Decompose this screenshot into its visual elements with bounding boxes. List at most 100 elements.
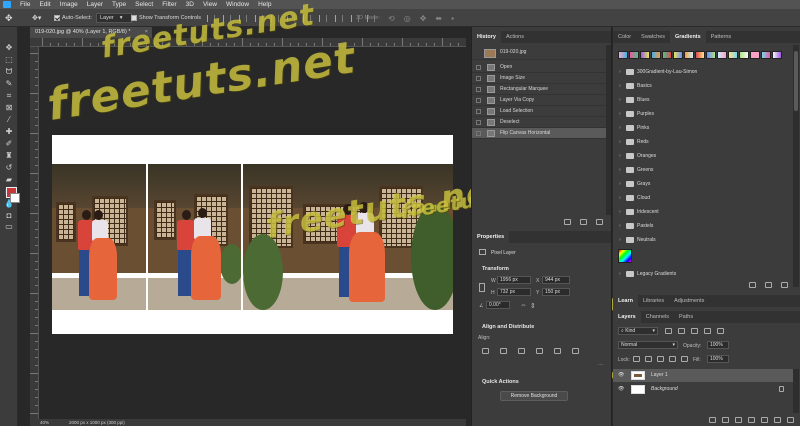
menu-select[interactable]: Select — [135, 1, 153, 8]
gradient-folder[interactable]: › Iridescent — [613, 205, 793, 219]
link-icon[interactable] — [479, 283, 485, 292]
3d-scale-icon[interactable]: ▪ — [451, 14, 454, 23]
history-item[interactable]: Load Selection — [472, 106, 606, 117]
rainbow-gradient-swatch[interactable] — [618, 249, 632, 263]
tab-actions[interactable]: Actions — [501, 31, 529, 43]
gradient-swatch[interactable] — [772, 51, 782, 59]
3d-roll-icon[interactable]: ◎ — [404, 14, 411, 23]
lock-artboard-icon[interactable] — [669, 356, 676, 362]
filter-pixel-icon[interactable] — [665, 328, 672, 334]
more-icon[interactable]: ··· — [598, 362, 603, 368]
quick-mask-icon[interactable]: ◘ — [4, 211, 14, 220]
trash-icon[interactable] — [596, 219, 603, 225]
marquee-tool-icon[interactable]: ⬚ — [4, 55, 14, 64]
align-top-edges-icon[interactable] — [536, 348, 543, 354]
gradient-swatch[interactable] — [750, 51, 760, 59]
frame-tool-icon[interactable]: ⊠ — [4, 103, 14, 112]
lock-transparent-pixels-icon[interactable] — [633, 356, 640, 362]
gradient-folder[interactable]: › Neutrals — [613, 233, 793, 247]
menu-image[interactable]: Image — [60, 1, 78, 8]
layer-filter-dropdown[interactable]: ⌕ Kind ▾ — [618, 327, 658, 335]
tab-gradients[interactable]: Gradients — [670, 31, 706, 43]
new-snapshot-icon[interactable] — [580, 219, 587, 225]
trash-icon[interactable] — [787, 417, 794, 423]
lock-position-icon[interactable] — [657, 356, 664, 362]
width-field[interactable]: 1956 px — [497, 276, 531, 284]
lock-all-icon[interactable] — [681, 356, 688, 362]
zoom-level[interactable]: 40% — [40, 420, 49, 425]
move-tool-icon[interactable]: ✥ — [5, 13, 13, 23]
history-item-selected[interactable]: Flip Canvas Horizontal — [472, 128, 606, 139]
gradient-folder[interactable]: › Blues — [613, 93, 793, 107]
gradient-folder[interactable]: › Pinks — [613, 121, 793, 135]
tab-libraries[interactable]: Libraries — [638, 295, 669, 307]
menu-3d[interactable]: 3D — [186, 1, 194, 8]
photoshop-logo-icon[interactable] — [3, 1, 11, 8]
history-item[interactable]: Layer Via Copy — [472, 95, 606, 106]
gradient-swatch[interactable] — [673, 51, 683, 59]
gradient-folder[interactable]: › Grays — [613, 177, 793, 191]
auto-select-checkbox[interactable]: Auto-Select: — [54, 13, 92, 23]
history-item[interactable]: Deselect — [472, 117, 606, 128]
distribute-vertical-icon[interactable] — [319, 14, 327, 22]
align-bottom-edges-icon[interactable] — [572, 348, 579, 354]
gradient-swatch[interactable] — [640, 51, 650, 59]
gradient-swatch[interactable] — [706, 51, 716, 59]
auto-select-dropdown[interactable]: Layer ▾ — [96, 13, 132, 23]
lock-image-pixels-icon[interactable] — [645, 356, 652, 362]
gradients-scrollbar[interactable] — [793, 45, 799, 287]
filter-type-icon[interactable] — [691, 328, 698, 334]
layer-style-icon[interactable] — [722, 417, 729, 423]
tab-channels[interactable]: Channels — [641, 311, 674, 323]
gradient-folder[interactable]: › Pastels — [613, 219, 793, 233]
link-layers-icon[interactable] — [709, 417, 716, 423]
fill-field[interactable]: 100% — [707, 355, 729, 363]
menu-filter[interactable]: Filter — [162, 1, 176, 8]
opacity-field[interactable]: 100% — [707, 341, 729, 349]
gradient-swatch[interactable] — [728, 51, 738, 59]
tab-layers[interactable]: Layers — [613, 311, 641, 323]
gradient-folder[interactable]: › Legacy Gradients — [613, 267, 793, 281]
brush-tool-icon[interactable]: ✐ — [4, 139, 14, 148]
gradient-swatch[interactable] — [717, 51, 727, 59]
y-field[interactable]: 150 px — [542, 288, 570, 296]
gradient-folder[interactable]: › 300Gradient-by-Lau-Simon — [613, 65, 793, 79]
gradient-folder[interactable]: › Purples — [613, 107, 793, 121]
remove-background-button[interactable]: Remove Background — [500, 391, 568, 401]
tab-paths[interactable]: Paths — [674, 311, 698, 323]
angle-field[interactable]: 0.00° — [486, 301, 510, 309]
gradient-swatch[interactable] — [684, 51, 694, 59]
gradient-folder[interactable]: › Basics — [613, 79, 793, 93]
filter-smart-object-icon[interactable] — [717, 328, 724, 334]
new-layer-icon[interactable] — [774, 417, 781, 423]
eye-icon[interactable]: 👁 — [618, 383, 624, 395]
new-group-icon[interactable] — [761, 417, 768, 423]
align-horizontal-centers-icon[interactable] — [500, 348, 507, 354]
move-tool-preset-icon[interactable]: ✥▾ — [32, 13, 41, 23]
crop-tool-icon[interactable]: ⌗ — [4, 91, 14, 100]
quick-select-tool-icon[interactable]: ✎ — [4, 79, 14, 88]
healing-brush-tool-icon[interactable]: ✚ — [4, 127, 14, 136]
document-canvas[interactable] — [52, 135, 453, 334]
eye-icon[interactable]: 👁 — [618, 369, 624, 381]
eyedropper-tool-icon[interactable]: ⁄ — [4, 115, 14, 124]
layers-scrollbar[interactable] — [793, 369, 799, 413]
history-scrollbar[interactable] — [606, 45, 611, 215]
add-mask-icon[interactable] — [735, 417, 742, 423]
gradient-folder[interactable]: › Cloud — [613, 191, 793, 205]
clone-stamp-tool-icon[interactable]: ♜ — [4, 151, 14, 160]
gradient-swatch[interactable] — [618, 51, 628, 59]
tab-swatches[interactable]: Swatches — [636, 31, 670, 43]
gradient-swatch[interactable] — [662, 51, 672, 59]
tab-history[interactable]: History — [472, 31, 501, 43]
tab-adjustments[interactable]: Adjustments — [669, 295, 709, 307]
history-item[interactable]: Image Size — [472, 73, 606, 84]
new-document-from-state-icon[interactable] — [564, 219, 571, 225]
align-vertical-centers-icon[interactable] — [554, 348, 561, 354]
3d-pan-icon[interactable]: ✥ — [420, 14, 427, 23]
screen-mode-icon[interactable]: ▭ — [4, 222, 14, 231]
flip-vertical-icon[interactable]: ⇕ — [530, 302, 536, 310]
distribute-horizontal-icon[interactable] — [335, 14, 343, 22]
menu-file[interactable]: File — [20, 1, 30, 8]
gradient-swatch[interactable] — [651, 51, 661, 59]
